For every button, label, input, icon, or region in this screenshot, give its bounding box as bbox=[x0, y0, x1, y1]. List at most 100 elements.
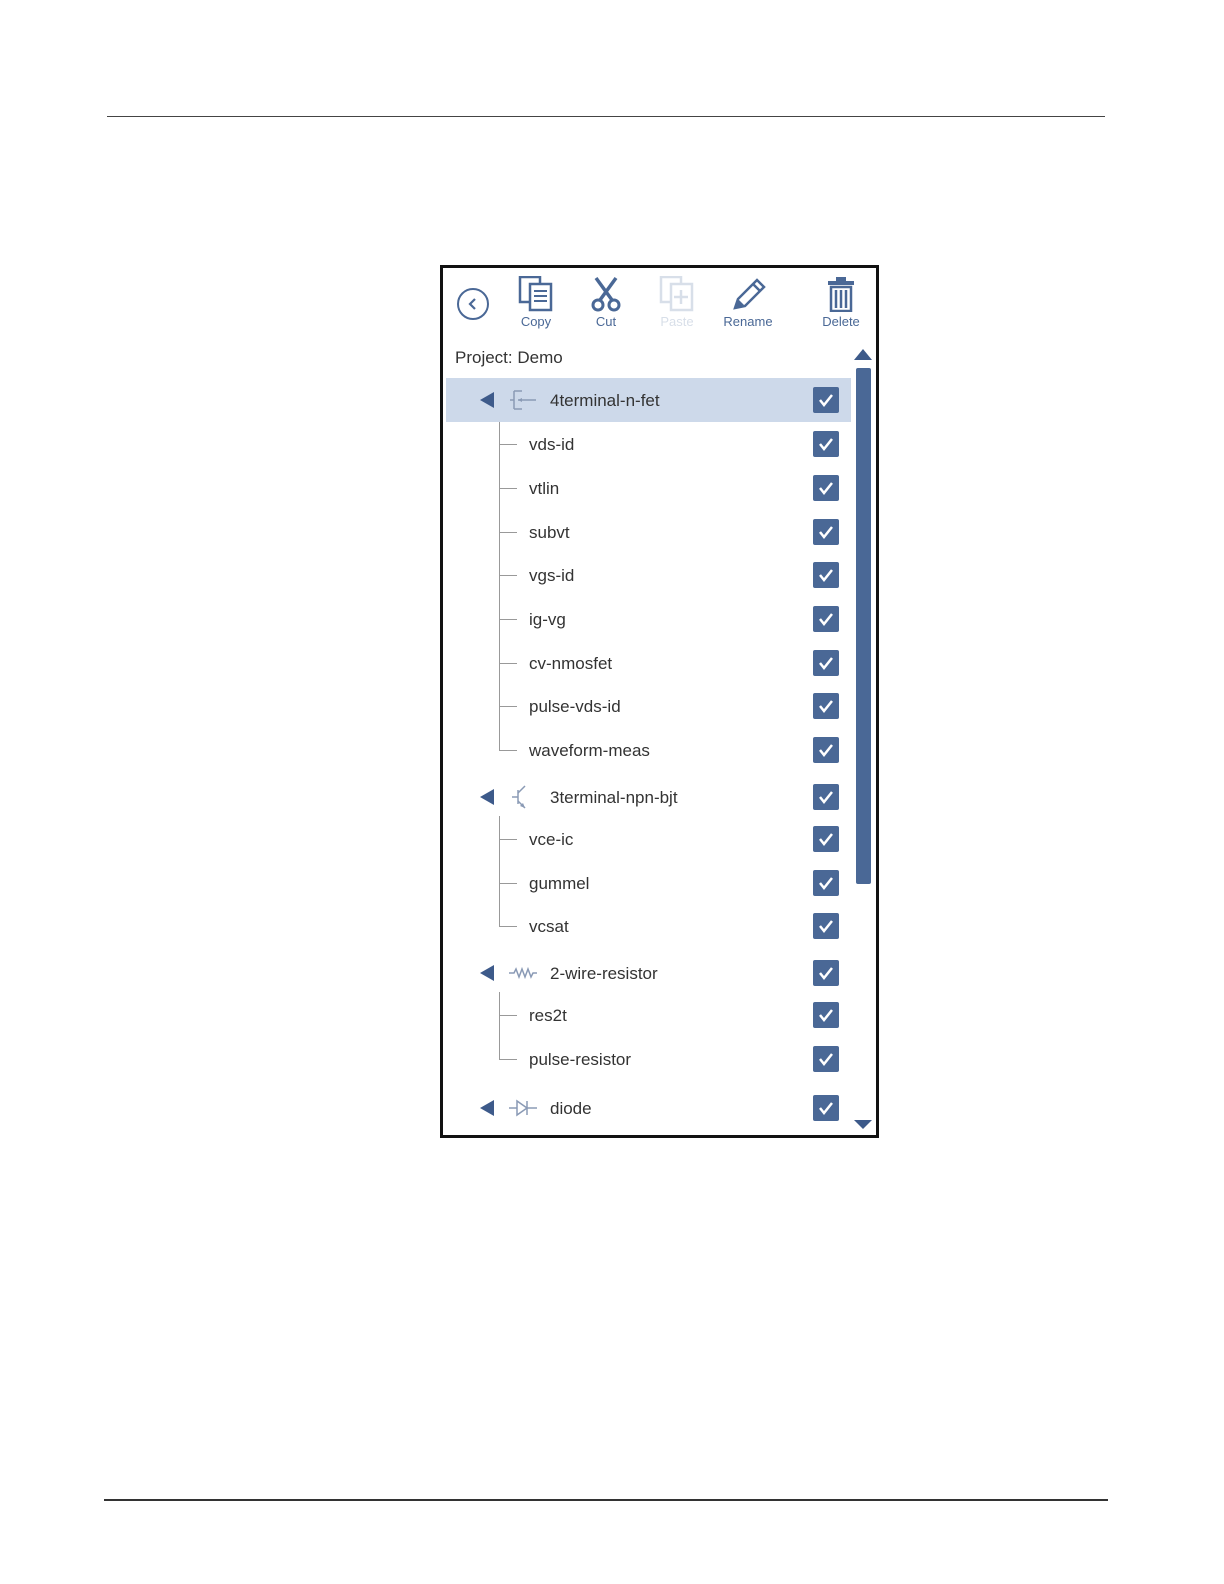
npn-bjt-icon bbox=[512, 785, 526, 809]
checkmark-icon bbox=[819, 700, 833, 714]
paste-button[interactable]: Paste bbox=[642, 276, 712, 336]
tree-group-label: 3terminal-npn-bjt bbox=[550, 788, 678, 807]
checkmark-icon bbox=[819, 657, 833, 671]
tree-item[interactable]: pulse-vds-id bbox=[446, 684, 851, 728]
tree-group-label: diode bbox=[550, 1099, 592, 1118]
tree-item[interactable]: vds-id bbox=[446, 422, 851, 466]
tree-item[interactable]: waveform-meas bbox=[446, 728, 851, 772]
tree-group-3terminal-npn-bjt[interactable]: 3terminal-npn-bjt bbox=[446, 775, 851, 819]
checkmark-icon bbox=[819, 967, 833, 981]
scrollbar-thumb[interactable] bbox=[856, 368, 871, 884]
tree-item-label: cv-nmosfet bbox=[529, 654, 613, 673]
copy-label: Copy bbox=[520, 314, 552, 329]
tree-group-label: 4terminal-n-fet bbox=[550, 391, 660, 410]
checkmark-icon bbox=[819, 613, 833, 627]
tree-item-label: vcsat bbox=[529, 917, 569, 936]
project-tree-panel: Copy Cut Paste Rename Delete Project: De… bbox=[440, 265, 879, 1138]
delete-label: Delete bbox=[822, 314, 860, 329]
checkbox[interactable] bbox=[813, 1046, 839, 1072]
checkbox[interactable] bbox=[813, 387, 839, 413]
checkmark-icon bbox=[819, 438, 833, 452]
back-button[interactable] bbox=[457, 288, 489, 320]
tree-item-label: subvt bbox=[529, 523, 570, 542]
tree-item-label: res2t bbox=[529, 1006, 567, 1025]
tree-group-label: 2-wire-resistor bbox=[550, 964, 658, 983]
tree-item[interactable]: vce-ic bbox=[446, 817, 851, 861]
checkmark-icon bbox=[819, 791, 833, 805]
top-rule bbox=[107, 116, 1105, 117]
nfet-icon bbox=[510, 390, 536, 410]
tree-item[interactable]: cv-nmosfet bbox=[446, 641, 851, 685]
checkbox[interactable] bbox=[813, 1002, 839, 1028]
diode-icon bbox=[509, 1099, 537, 1117]
tree-group-4terminal-n-fet[interactable]: 4terminal-n-fet bbox=[446, 378, 851, 422]
collapse-arrow-icon[interactable] bbox=[480, 392, 494, 408]
checkmark-icon bbox=[819, 744, 833, 758]
checkbox[interactable] bbox=[813, 431, 839, 457]
checkmark-icon bbox=[819, 394, 833, 408]
tree-item[interactable]: ig-vg bbox=[446, 597, 851, 641]
tree-item-label: pulse-resistor bbox=[529, 1050, 632, 1069]
tree-group-diode[interactable]: diode bbox=[446, 1086, 851, 1130]
rename-label: Rename bbox=[723, 314, 773, 329]
checkbox[interactable] bbox=[813, 519, 839, 545]
cut-button[interactable]: Cut bbox=[571, 276, 641, 336]
tree-item-label: vce-ic bbox=[529, 830, 574, 849]
tree-item[interactable]: vgs-id bbox=[446, 553, 851, 597]
pencil-icon bbox=[733, 278, 766, 310]
paste-icon bbox=[659, 276, 694, 312]
checkmark-icon bbox=[819, 482, 833, 496]
project-title: Project: Demo bbox=[455, 348, 563, 367]
toolbar: Copy Cut Paste Rename Delete bbox=[443, 268, 876, 340]
checkbox[interactable] bbox=[813, 913, 839, 939]
scissors-icon bbox=[591, 276, 621, 312]
back-arrow-icon bbox=[468, 298, 476, 310]
collapse-arrow-icon[interactable] bbox=[480, 789, 494, 805]
checkbox[interactable] bbox=[813, 562, 839, 588]
checkbox[interactable] bbox=[813, 960, 839, 986]
tree-item-label: vds-id bbox=[529, 435, 575, 454]
checkmark-icon bbox=[819, 569, 833, 583]
cut-label: Cut bbox=[595, 314, 617, 329]
tree-group-2-wire-resistor[interactable]: 2-wire-resistor bbox=[446, 951, 851, 995]
scroll-down-arrow-icon[interactable] bbox=[854, 1120, 872, 1129]
collapse-arrow-icon[interactable] bbox=[480, 1100, 494, 1116]
tree-item-label: waveform-meas bbox=[529, 741, 650, 760]
tree-item-label: vtlin bbox=[529, 479, 560, 498]
checkmark-icon bbox=[819, 1053, 833, 1067]
checkmark-icon bbox=[819, 833, 833, 847]
checkbox[interactable] bbox=[813, 737, 839, 763]
copy-icon bbox=[518, 276, 553, 312]
bottom-rule bbox=[104, 1499, 1108, 1501]
checkmark-icon bbox=[819, 526, 833, 540]
tree-item-label: pulse-vds-id bbox=[529, 697, 621, 716]
tree-item-label: vgs-id bbox=[529, 566, 575, 585]
checkbox[interactable] bbox=[813, 1095, 839, 1121]
paste-label: Paste bbox=[660, 314, 694, 329]
checkbox[interactable] bbox=[813, 826, 839, 852]
checkbox[interactable] bbox=[813, 475, 839, 501]
rename-button[interactable]: Rename bbox=[713, 276, 783, 336]
tree-item-label: ig-vg bbox=[529, 610, 566, 629]
trash-icon bbox=[828, 277, 854, 312]
tree-item[interactable]: vtlin bbox=[446, 466, 851, 510]
delete-button[interactable]: Delete bbox=[806, 276, 876, 336]
tree-item[interactable]: pulse-resistor bbox=[446, 1037, 851, 1081]
tree-item[interactable]: res2t bbox=[446, 993, 851, 1037]
checkmark-icon bbox=[819, 1102, 833, 1116]
tree-item-label: gummel bbox=[529, 874, 590, 893]
checkbox[interactable] bbox=[813, 693, 839, 719]
copy-button[interactable]: Copy bbox=[501, 276, 571, 336]
checkbox[interactable] bbox=[813, 870, 839, 896]
collapse-arrow-icon[interactable] bbox=[480, 965, 494, 981]
checkbox[interactable] bbox=[813, 606, 839, 632]
checkbox[interactable] bbox=[813, 650, 839, 676]
resistor-icon bbox=[509, 966, 537, 980]
checkmark-icon bbox=[819, 920, 833, 934]
scroll-up-arrow-icon[interactable] bbox=[854, 349, 872, 360]
tree-item[interactable]: gummel bbox=[446, 861, 851, 905]
tree-item[interactable]: vcsat bbox=[446, 904, 851, 948]
checkbox[interactable] bbox=[813, 784, 839, 810]
tree-item[interactable]: subvt bbox=[446, 510, 851, 554]
checkmark-icon bbox=[819, 877, 833, 891]
